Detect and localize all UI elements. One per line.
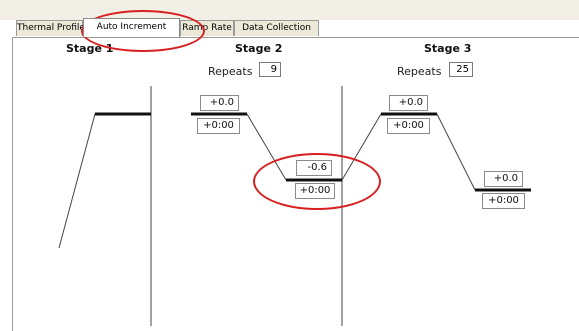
tab-auto-increment[interactable]: Auto Increment [83, 18, 180, 37]
ramp-line-2 [246, 113, 287, 181]
step-1-time-increment-input[interactable]: +0:00 [197, 118, 240, 134]
ramp-line-1 [58, 113, 96, 249]
step-2-temp-increment-input[interactable]: -0.6 [296, 160, 332, 176]
step-3-temp-increment-input[interactable]: +0.0 [389, 95, 428, 111]
step-4-time-increment-input[interactable]: +0:00 [482, 193, 525, 209]
step-1-temp-increment-input[interactable]: +0.0 [200, 95, 239, 111]
step-2-time-increment-input[interactable]: +0:00 [295, 183, 335, 199]
thermal-profile-graph [58, 86, 531, 326]
ramp-line-4 [436, 113, 476, 191]
step-3-time-increment-input[interactable]: +0:00 [387, 118, 430, 134]
step-4-temp-increment-input[interactable]: +0.0 [484, 171, 523, 187]
ramp-line-3 [341, 113, 382, 181]
